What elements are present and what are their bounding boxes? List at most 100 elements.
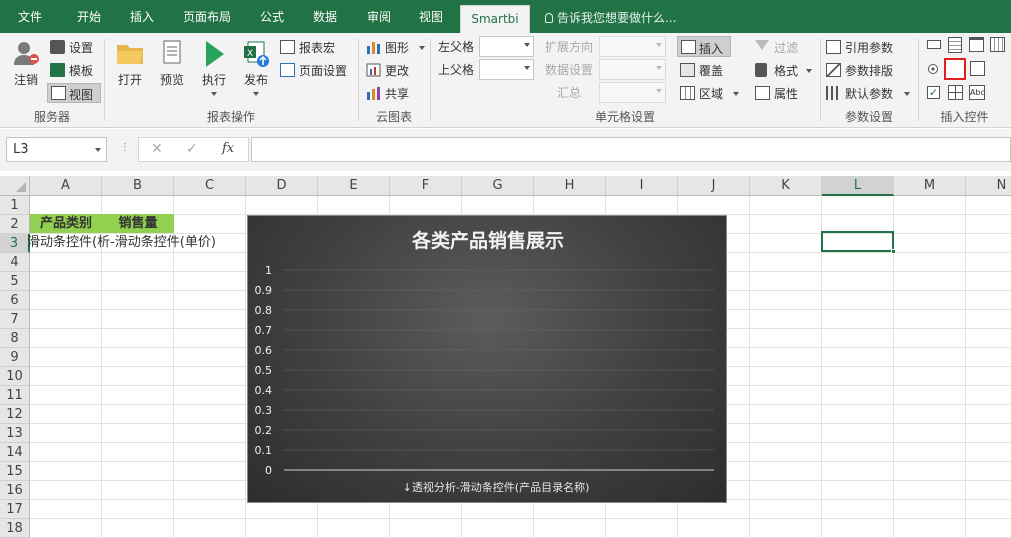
- cell-a3[interactable]: 滑动条控件(析-滑动条控件(单价): [27, 233, 247, 252]
- insert-mode-button[interactable]: 插入: [677, 36, 731, 57]
- confirm-icon[interactable]: ✓: [186, 141, 198, 157]
- label-control-icon[interactable]: Abc: [969, 85, 985, 100]
- default-param-label: 默认参数: [845, 87, 894, 101]
- name-box[interactable]: L3: [6, 137, 107, 162]
- row-header-3[interactable]: 3: [0, 234, 30, 253]
- execute-button[interactable]: 执行: [195, 39, 233, 107]
- column-header-d[interactable]: D: [246, 176, 318, 196]
- column-header-n[interactable]: N: [966, 176, 1011, 196]
- column-header-m[interactable]: M: [894, 176, 966, 196]
- overwrite-mode-button[interactable]: 覆盖: [680, 61, 730, 79]
- grid-control-icon[interactable]: [948, 85, 963, 100]
- tab-data[interactable]: 数据: [302, 0, 348, 33]
- tab-formulas[interactable]: 公式: [248, 0, 296, 33]
- row-header-17[interactable]: 17: [0, 500, 30, 519]
- region-button[interactable]: 区域: [680, 84, 742, 102]
- textbox-control-icon[interactable]: [927, 40, 941, 49]
- change-label: 更改: [385, 64, 410, 78]
- insert-function-icon[interactable]: fx: [222, 141, 234, 156]
- row-header-1[interactable]: 1: [0, 196, 30, 215]
- tab-file[interactable]: 文件: [8, 0, 52, 33]
- column-header-e[interactable]: E: [318, 176, 390, 196]
- row-header-12[interactable]: 12: [0, 405, 30, 424]
- preview-label: 预览: [159, 73, 184, 87]
- reference-param-icon: [826, 40, 841, 54]
- excel-publish-icon: X: [244, 41, 269, 67]
- row-header-9[interactable]: 9: [0, 348, 30, 367]
- cancel-icon[interactable]: ✕: [151, 141, 163, 157]
- row-header-15[interactable]: 15: [0, 462, 30, 481]
- tab-page-layout[interactable]: 页面布局: [172, 0, 242, 33]
- execute-label: 执行: [201, 73, 226, 87]
- column-header-i[interactable]: I: [606, 176, 678, 196]
- param-layout-button[interactable]: 参数排版: [826, 61, 906, 79]
- calendar-alt-control-icon[interactable]: [990, 37, 1005, 52]
- data-setting-select[interactable]: [599, 59, 666, 80]
- row-header-13[interactable]: 13: [0, 424, 30, 443]
- format-button[interactable]: 格式: [755, 61, 815, 79]
- filter-label: 过滤: [774, 41, 799, 55]
- chart-area[interactable]: 各类产品销售展示 1 0.9 0.8 0.7 0.6 0.5 0.4 0.3 0.2 0.1 0 ↓…: [247, 215, 727, 503]
- radio-control-icon[interactable]: [928, 64, 938, 74]
- column-header-c[interactable]: C: [174, 176, 246, 196]
- calendar-control-icon[interactable]: [969, 37, 984, 52]
- change-button[interactable]: 更改: [366, 61, 416, 79]
- formula-input[interactable]: [251, 137, 1011, 162]
- tell-me-box[interactable]: 告诉我您想要做什么...: [545, 9, 676, 26]
- slider-control-icon[interactable]: [944, 58, 966, 80]
- column-header-h[interactable]: H: [534, 176, 606, 196]
- filter-button[interactable]: 过滤: [755, 38, 815, 56]
- row-header-4[interactable]: 4: [0, 253, 30, 272]
- y-tick-label: 0.1: [255, 444, 273, 457]
- open-button[interactable]: 打开: [110, 39, 150, 97]
- checkbox-control-icon[interactable]: ✓: [927, 86, 940, 99]
- shape-button[interactable]: 图形: [366, 38, 428, 56]
- fill-handle[interactable]: [891, 249, 896, 254]
- column-header-b[interactable]: B: [102, 176, 174, 196]
- default-param-button[interactable]: 默认参数: [826, 84, 914, 102]
- tab-review[interactable]: 审阅: [356, 0, 402, 33]
- column-header-a[interactable]: A: [30, 176, 102, 196]
- column-header-j[interactable]: J: [678, 176, 750, 196]
- row-header-11[interactable]: 11: [0, 386, 30, 405]
- tab-smartbi[interactable]: Smartbi: [460, 5, 530, 33]
- publish-button[interactable]: X 发布: [237, 39, 275, 107]
- up-parent-select[interactable]: [479, 59, 534, 80]
- property-button[interactable]: 属性: [755, 84, 815, 102]
- tab-home[interactable]: 开始: [62, 0, 116, 33]
- settings-button[interactable]: 设置: [50, 38, 100, 56]
- cell-b2[interactable]: 销售量: [102, 214, 174, 233]
- preview-button[interactable]: 预览: [153, 39, 191, 97]
- share-button[interactable]: 共享: [366, 84, 416, 102]
- report-macro-button[interactable]: 报表宏: [280, 38, 352, 56]
- row-header-6[interactable]: 6: [0, 291, 30, 310]
- template-button[interactable]: 模板: [50, 61, 100, 79]
- row-header-16[interactable]: 16: [0, 481, 30, 500]
- row-header-14[interactable]: 14: [0, 443, 30, 462]
- summary-select[interactable]: [599, 82, 666, 103]
- active-cell-selection[interactable]: [821, 231, 896, 254]
- select-all-corner[interactable]: [0, 176, 30, 196]
- page-setup-button[interactable]: 页面设置: [280, 61, 356, 79]
- view-button[interactable]: 视图: [47, 83, 101, 103]
- listbox-control-icon[interactable]: [948, 37, 962, 53]
- row-header-10[interactable]: 10: [0, 367, 30, 386]
- expand-direction-label: 扩展方向: [545, 40, 594, 54]
- tree-control-icon[interactable]: [970, 61, 985, 76]
- tab-view[interactable]: 视图: [408, 0, 454, 33]
- cell-a2[interactable]: 产品类别: [30, 214, 102, 233]
- tab-insert[interactable]: 插入: [118, 0, 166, 33]
- reference-param-button[interactable]: 引用参数: [826, 38, 906, 56]
- column-header-f[interactable]: F: [390, 176, 462, 196]
- logout-button[interactable]: 注销: [8, 39, 44, 97]
- left-parent-select[interactable]: [479, 36, 534, 57]
- row-header-18[interactable]: 18: [0, 519, 30, 538]
- row-header-8[interactable]: 8: [0, 329, 30, 348]
- row-header-7[interactable]: 7: [0, 310, 30, 329]
- column-header-l[interactable]: L: [822, 176, 894, 196]
- row-header-5[interactable]: 5: [0, 272, 30, 291]
- column-header-g[interactable]: G: [462, 176, 534, 196]
- row-header-2[interactable]: 2: [0, 215, 30, 234]
- expand-direction-select[interactable]: [599, 36, 666, 57]
- column-header-k[interactable]: K: [750, 176, 822, 196]
